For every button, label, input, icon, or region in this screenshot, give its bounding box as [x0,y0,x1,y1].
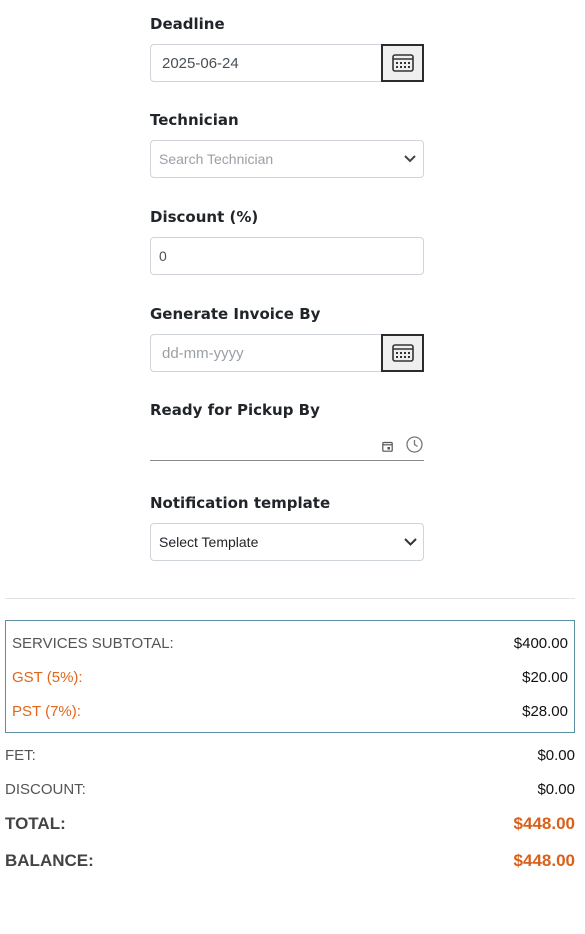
section-divider [5,598,575,599]
ready-pickup-input[interactable] [150,431,424,461]
deadline-calendar-button[interactable] [381,44,424,82]
calendar-small-icon[interactable] [382,439,393,457]
generate-invoice-input[interactable]: dd-mm-yyyy [150,334,382,372]
fet-label: FET: [5,746,36,764]
gst-value: $20.00 [522,668,568,686]
gst-label: GST (5%): [12,668,83,686]
balance-label: BALANCE: [5,851,94,870]
ready-pickup-label: Ready for Pickup By [150,401,320,419]
total-label: TOTAL: [5,814,66,833]
discount-value: 0 [159,248,167,264]
technician-select[interactable]: Search Technician [150,140,424,178]
pst-row: PST (7%): $28.00 [12,700,568,722]
technician-placeholder: Search Technician [159,151,274,167]
gst-row: GST (5%): $20.00 [12,666,568,688]
total-row: TOTAL: $448.00 [5,813,575,835]
deadline-input[interactable]: 2025-06-24 [150,44,382,82]
services-subtotal-row: SERVICES SUBTOTAL: $400.00 [12,632,568,654]
balance-row: BALANCE: $448.00 [5,850,575,872]
discount-input[interactable]: 0 [150,237,424,275]
pst-value: $28.00 [522,702,568,720]
generate-invoice-label: Generate Invoice By [150,305,321,323]
notification-label: Notification template [150,494,331,512]
fet-value: $0.00 [537,746,575,764]
generate-invoice-calendar-button[interactable] [381,334,424,372]
services-subtotal-label: SERVICES SUBTOTAL: [12,634,174,652]
discount-summary-label: DISCOUNT: [5,780,86,798]
chevron-down-icon [397,155,423,163]
discount-summary-row: DISCOUNT: $0.00 [5,778,575,800]
clock-icon[interactable] [406,436,423,458]
notification-template-value: Select Template [159,534,259,550]
discount-label: Discount (%) [150,208,259,226]
deadline-label: Deadline [150,15,225,33]
notification-template-select[interactable]: Select Template [150,523,424,561]
generate-invoice-placeholder: dd-mm-yyyy [162,344,244,362]
calendar-icon [391,344,414,362]
services-subtotal-value: $400.00 [513,634,568,652]
calendar-icon [391,54,414,72]
tax-summary-box: SERVICES SUBTOTAL: $400.00 GST (5%): $20… [5,620,575,733]
pst-label: PST (7%): [12,702,81,720]
total-value: $448.00 [513,814,575,833]
chevron-down-icon [397,538,423,546]
technician-label: Technician [150,111,239,129]
discount-summary-value: $0.00 [537,780,575,798]
balance-value: $448.00 [513,851,575,870]
fet-row: FET: $0.00 [5,744,575,766]
deadline-value: 2025-06-24 [162,54,239,72]
